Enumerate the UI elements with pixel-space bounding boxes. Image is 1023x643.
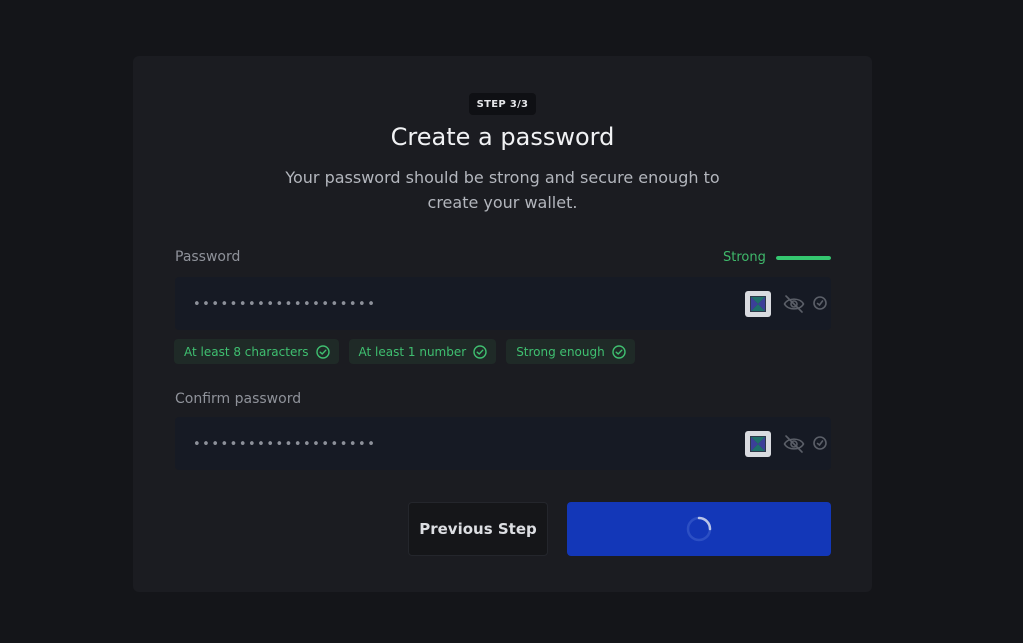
password-input[interactable] <box>191 277 735 332</box>
requirement-label: Strong enough <box>516 344 605 359</box>
eye-off-icon[interactable] <box>783 294 805 314</box>
password-label: Password <box>175 249 241 265</box>
page-title: Create a password <box>390 123 615 151</box>
requirement-chip: Strong enough <box>506 339 635 364</box>
step-badge: STEP 3/3 <box>469 93 536 115</box>
password-manager-icon[interactable] <box>745 291 771 317</box>
password-strength: Strong <box>723 250 831 265</box>
previous-step-button[interactable]: Previous Step <box>408 502 548 556</box>
autofill-icon[interactable] <box>812 435 828 451</box>
password-manager-icon[interactable] <box>745 431 771 457</box>
confirm-password-input-box <box>175 417 831 472</box>
eye-off-icon[interactable] <box>783 434 805 454</box>
spinner-icon <box>685 515 713 543</box>
subtitle-line-2: create your wallet. <box>427 193 578 212</box>
requirement-list: At least 8 characters At least 1 number … <box>174 339 635 364</box>
create-wallet-button[interactable] <box>567 502 831 556</box>
requirement-chip: At least 1 number <box>348 339 497 364</box>
confirm-password-label: Confirm password <box>175 391 302 407</box>
confirm-password-input[interactable] <box>191 417 735 472</box>
requirement-label: At least 8 characters <box>184 344 309 359</box>
autofill-icon[interactable] <box>812 295 828 311</box>
requirement-label: At least 1 number <box>358 344 467 359</box>
page-subtitle: Your password should be strong and secur… <box>273 165 732 215</box>
check-circle-icon <box>612 344 626 359</box>
password-input-box <box>175 277 831 332</box>
password-card: STEP 3/3 Create a password Your password… <box>133 56 872 592</box>
strength-bar-fill <box>775 255 831 260</box>
check-circle-icon <box>315 344 330 359</box>
strength-label: Strong <box>723 250 766 265</box>
check-circle-icon <box>473 344 487 359</box>
requirement-chip: At least 8 characters <box>174 339 339 364</box>
subtitle-line-1: Your password should be strong and secur… <box>285 168 720 187</box>
strength-bar <box>775 255 831 260</box>
